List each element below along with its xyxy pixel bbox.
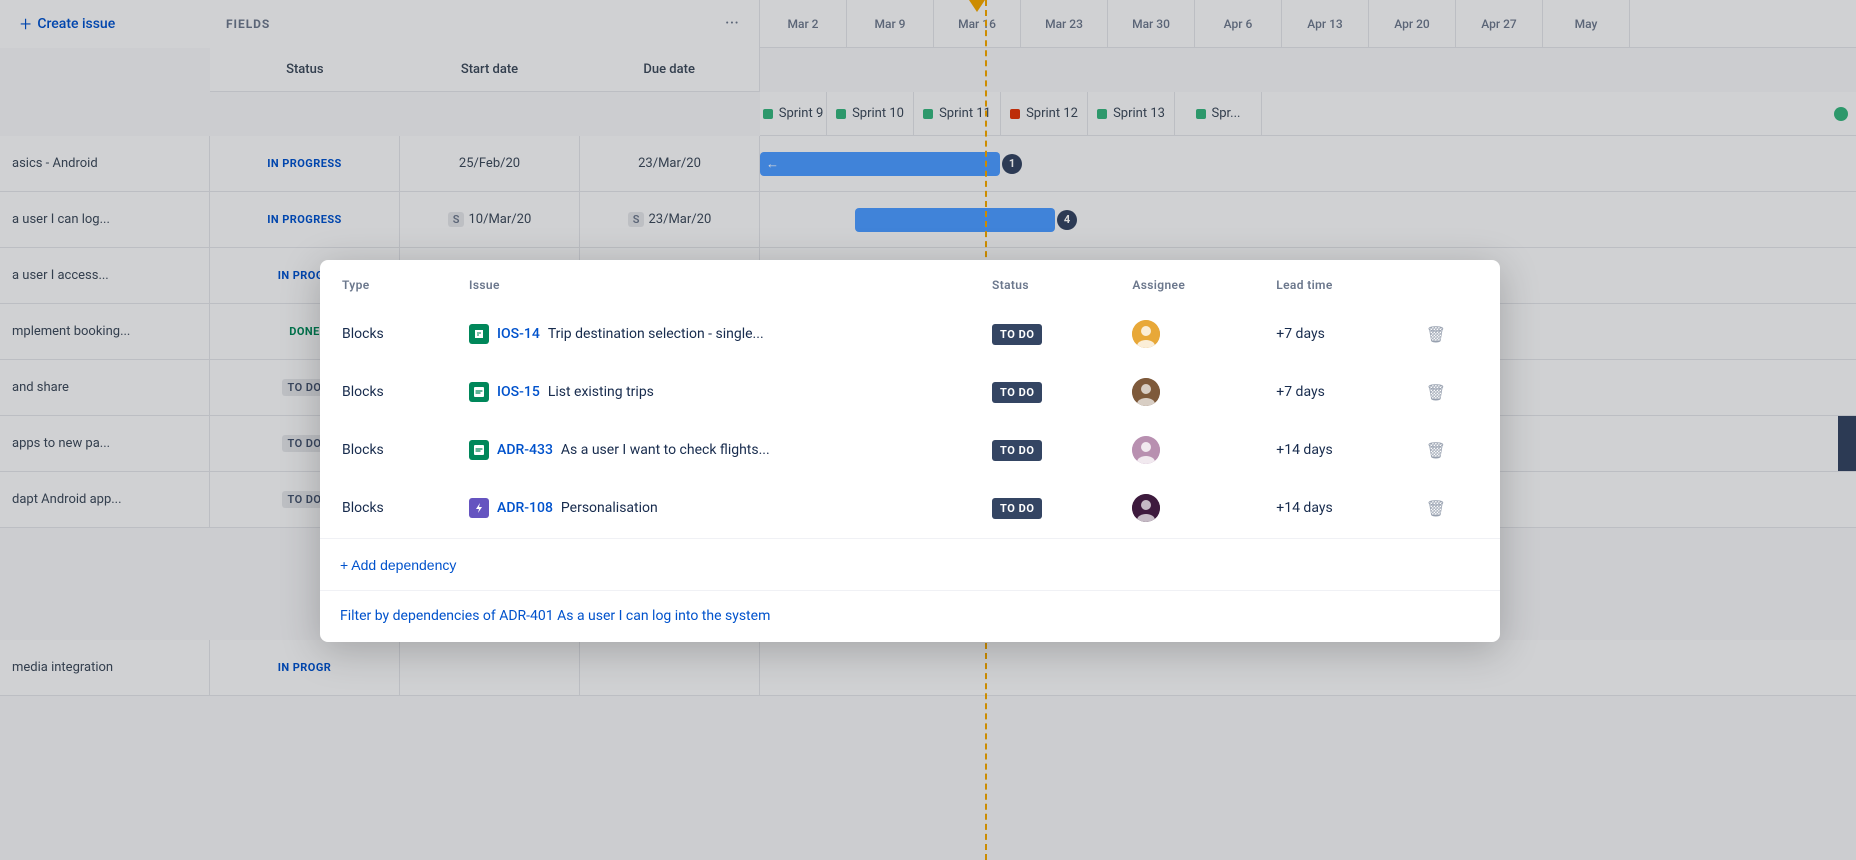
lead-time-adr108: +14 days xyxy=(1256,480,1403,536)
issue-adr433: ADR-433 As a user I want to check flight… xyxy=(449,422,970,478)
modal-thead: Type Issue Status Assignee Lead time xyxy=(322,262,1498,304)
modal-status-badge-adr433: TO DO xyxy=(992,440,1042,461)
avatar-img-adr108 xyxy=(1132,494,1160,522)
issue-adr108: ADR-108 Personalisation xyxy=(449,480,970,536)
modal-status-badge-ios14: TO DO xyxy=(992,324,1042,345)
col-actions-header xyxy=(1406,262,1498,304)
story-svg-adr433 xyxy=(473,444,485,456)
filter-dependencies-link[interactable]: Filter by dependencies of ADR-401 As a u… xyxy=(340,608,770,624)
actions-adr433[interactable]: 🗑 xyxy=(1406,422,1498,478)
table-row: Blocks IOS-14 Trip destination selection… xyxy=(322,306,1498,362)
modal-header-row: Type Issue Status Assignee Lead time xyxy=(322,262,1498,304)
delete-icon-adr433[interactable]: 🗑 xyxy=(1426,441,1446,460)
table-row: Blocks IOS-15 List existing trips TO DO xyxy=(322,364,1498,420)
lightning-icon-adr108 xyxy=(469,498,489,518)
type-ios15: Blocks xyxy=(322,364,447,420)
avatar-ios14 xyxy=(1132,320,1160,348)
issue-id-adr108[interactable]: ADR-108 xyxy=(497,500,553,516)
avatar-adr108 xyxy=(1132,494,1160,522)
modal-status-badge-adr108: TO DO xyxy=(992,498,1042,519)
assignee-ios15 xyxy=(1112,364,1254,420)
lightning-svg-adr108 xyxy=(473,502,485,514)
delete-icon-adr108[interactable]: 🗑 xyxy=(1426,499,1446,518)
story-svg-ios15 xyxy=(473,386,485,398)
issue-cell-ios14: IOS-14 Trip destination selection - sing… xyxy=(469,324,950,344)
dependencies-modal: Type Issue Status Assignee Lead time Blo… xyxy=(320,260,1500,642)
lead-time-ios14: +7 days xyxy=(1256,306,1403,362)
col-assignee-header: Assignee xyxy=(1112,262,1254,304)
issue-ios14: IOS-14 Trip destination selection - sing… xyxy=(449,306,970,362)
col-leadtime-header: Lead time xyxy=(1256,262,1403,304)
issue-title-adr433: As a user I want to check flights... xyxy=(561,442,770,458)
add-dependency-row: + Add dependency xyxy=(320,538,1500,590)
issue-title-adr108: Personalisation xyxy=(561,500,658,516)
issue-title-ios14: Trip destination selection - single... xyxy=(548,326,764,342)
issue-ios15: IOS-15 List existing trips xyxy=(449,364,970,420)
issue-id-ios14[interactable]: IOS-14 xyxy=(497,326,540,342)
issue-title-ios15: List existing trips xyxy=(548,384,654,400)
status-adr433: TO DO xyxy=(972,422,1110,478)
type-adr433: Blocks xyxy=(322,422,447,478)
story-svg-ios14 xyxy=(473,328,485,340)
avatar-img-adr433 xyxy=(1132,436,1160,464)
assignee-adr108 xyxy=(1112,480,1254,536)
type-ios14: Blocks xyxy=(322,306,447,362)
actions-ios15[interactable]: 🗑 xyxy=(1406,364,1498,420)
actions-adr108[interactable]: 🗑 xyxy=(1406,480,1498,536)
delete-icon-ios14[interactable]: 🗑 xyxy=(1426,325,1446,344)
table-row: Blocks ADR-108 Personalisation TO DO xyxy=(322,480,1498,536)
add-dependency-button[interactable]: + Add dependency xyxy=(340,557,456,573)
assignee-ios14 xyxy=(1112,306,1254,362)
avatar-img-ios14 xyxy=(1132,320,1160,348)
status-ios14: TO DO xyxy=(972,306,1110,362)
status-adr108: TO DO xyxy=(972,480,1110,536)
avatar-img-ios15 xyxy=(1132,378,1160,406)
issue-cell-adr433: ADR-433 As a user I want to check flight… xyxy=(469,440,950,460)
lead-time-adr433: +14 days xyxy=(1256,422,1403,478)
modal-table: Type Issue Status Assignee Lead time Blo… xyxy=(320,260,1500,538)
col-type-header: Type xyxy=(322,262,447,304)
modal-status-badge-ios15: TO DO xyxy=(992,382,1042,403)
issue-cell-ios15: IOS-15 List existing trips xyxy=(469,382,950,402)
delete-icon-ios15[interactable]: 🗑 xyxy=(1426,383,1446,402)
actions-ios14[interactable]: 🗑 xyxy=(1406,306,1498,362)
filter-link-row: Filter by dependencies of ADR-401 As a u… xyxy=(320,590,1500,642)
table-row: Blocks ADR-433 As a user I want to check… xyxy=(322,422,1498,478)
story-icon-ios15 xyxy=(469,382,489,402)
status-ios15: TO DO xyxy=(972,364,1110,420)
issue-cell-adr108: ADR-108 Personalisation xyxy=(469,498,950,518)
issue-id-adr433[interactable]: ADR-433 xyxy=(497,442,553,458)
story-icon-adr433 xyxy=(469,440,489,460)
modal-body: Blocks IOS-14 Trip destination selection… xyxy=(322,306,1498,536)
col-status-header: Status xyxy=(972,262,1110,304)
story-icon-ios14 xyxy=(469,324,489,344)
lead-time-ios15: +7 days xyxy=(1256,364,1403,420)
avatar-adr433 xyxy=(1132,436,1160,464)
type-adr108: Blocks xyxy=(322,480,447,536)
col-issue-header: Issue xyxy=(449,262,970,304)
assignee-adr433 xyxy=(1112,422,1254,478)
avatar-ios15 xyxy=(1132,378,1160,406)
issue-id-ios15[interactable]: IOS-15 xyxy=(497,384,540,400)
